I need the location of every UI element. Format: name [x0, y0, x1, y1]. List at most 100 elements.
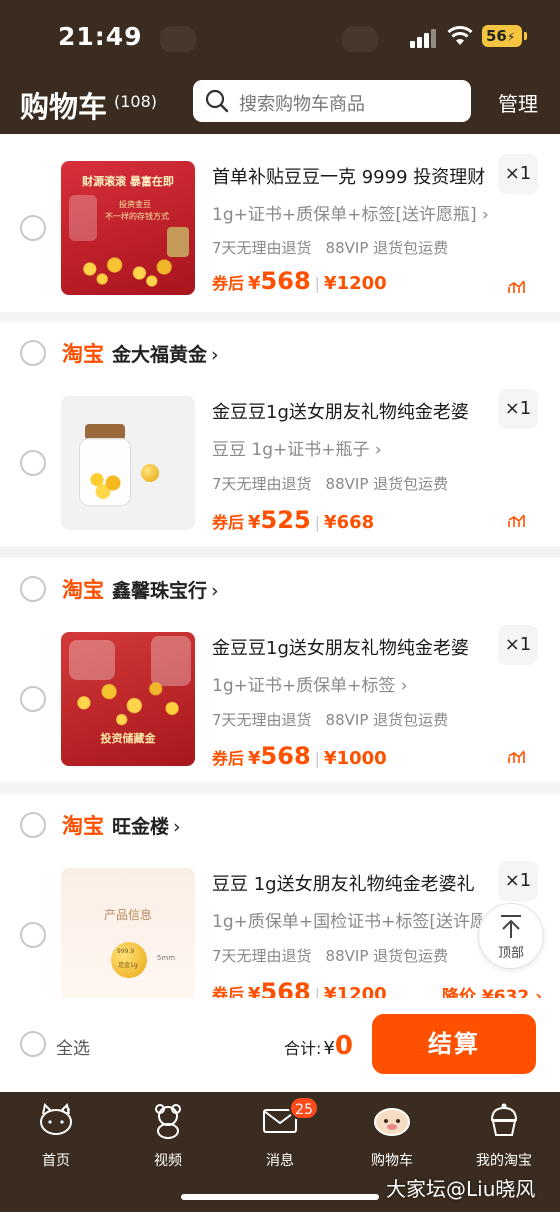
price-label: 券后: [212, 985, 245, 998]
price-row: 券后 ¥525 | ¥668: [212, 506, 375, 534]
price-row: 券后 ¥568 | ¥1200: [212, 267, 387, 295]
service-tag: 88VIP 退货包运费: [325, 239, 449, 257]
tab-video[interactable]: 视频: [128, 1100, 208, 1170]
service-tag: 7天无理由退货: [212, 947, 312, 965]
select-all-checkbox[interactable]: [20, 1031, 46, 1057]
tab-my-taobao[interactable]: 我的淘宝: [464, 1100, 544, 1170]
shop-checkbox[interactable]: [20, 340, 46, 366]
shop-label: 金大福黄金: [112, 344, 208, 366]
platform-label: 淘宝: [62, 578, 104, 602]
service-tags: 7天无理由退货 88VIP 退货包运费: [212, 237, 448, 258]
sku-selector[interactable]: 1g+证书+质保单+标签[送许愿瓶] ›: [212, 200, 512, 225]
image-caption: 不一样的存钱方式: [105, 212, 169, 221]
quantity-button[interactable]: ×1: [498, 625, 538, 665]
item-checkbox[interactable]: [20, 215, 46, 241]
price-value: 568: [260, 267, 311, 295]
image-caption: 产品信息: [103, 908, 152, 922]
price-value: 525: [260, 506, 311, 534]
item-checkbox[interactable]: [20, 686, 46, 712]
search-placeholder: 搜索购物车商品: [239, 94, 365, 115]
image-caption: 足金1g: [118, 962, 138, 969]
shop-name[interactable]: 淘宝 金大福黄金 ›: [62, 338, 219, 368]
tab-label: 我的淘宝: [476, 1153, 532, 1169]
price-row: 券后 ¥568 | ¥1000: [212, 742, 387, 770]
shop-label: 旺金楼: [112, 816, 170, 838]
title-bar: 购物车 (108) 搜索购物车商品 管理: [0, 72, 560, 134]
signal-icon: [410, 28, 436, 48]
product-title[interactable]: 金豆豆1g送女朋友礼物纯金老婆: [212, 398, 492, 424]
shop-name[interactable]: 淘宝 鑫馨珠宝行 ›: [62, 574, 219, 604]
tab-label: 购物车: [371, 1153, 413, 1169]
cart-count: (108): [114, 92, 158, 111]
product-image[interactable]: 投资储藏金: [61, 632, 195, 766]
product-image[interactable]: [61, 396, 195, 530]
cart-mascot-icon: [374, 1108, 410, 1136]
manage-button[interactable]: 管理: [498, 88, 538, 117]
cupcake-icon: [490, 1103, 518, 1136]
checkout-button[interactable]: 结算: [372, 1014, 536, 1074]
tab-home[interactable]: 首页: [16, 1100, 96, 1170]
product-image[interactable]: 产品信息 999.9 足金1g 5mm: [61, 868, 195, 998]
sku-selector[interactable]: 豆豆 1g+证书+瓶子 ›: [212, 435, 512, 460]
shop-checkbox[interactable]: [20, 576, 46, 602]
sku-selector[interactable]: 1g+质保单+国检证书+标签[送许愿: [212, 907, 482, 932]
quantity-button[interactable]: ×1: [498, 861, 538, 901]
page-title: 购物车: [20, 90, 108, 124]
total-value: 0: [334, 1031, 353, 1061]
platform-label: 淘宝: [62, 342, 104, 366]
service-tag: 88VIP 退货包运费: [325, 947, 449, 965]
checkout-bar: 全选 合计: ¥0 结算: [0, 998, 560, 1092]
currency-symbol: ¥: [248, 984, 261, 998]
price-label: 券后: [212, 274, 245, 293]
product-image[interactable]: 财源滚滚 暴富在即 投资金豆 不一样的存钱方式: [61, 161, 195, 295]
arrow-up-icon: [501, 915, 521, 938]
price-drop-badge[interactable]: 降价 ¥632 ›: [442, 982, 542, 998]
price-trend-icon[interactable]: [508, 514, 528, 528]
quantity-button[interactable]: ×1: [498, 389, 538, 429]
status-time: 21:49: [58, 22, 143, 51]
price-value: 568: [260, 742, 311, 770]
search-icon: [205, 89, 229, 113]
hello-kitty-home-icon: [40, 1103, 72, 1135]
currency-symbol: ¥: [323, 1038, 335, 1059]
original-price: ¥1200: [324, 273, 387, 294]
app-header: 21:49 56⚡ 购物车 (108) 搜索购物车商品 管理: [0, 0, 560, 134]
watermark: 大家坛@Liu晓风: [386, 1177, 536, 1201]
price-trend-icon[interactable]: [508, 280, 528, 294]
service-tag: 7天无理由退货: [212, 711, 312, 729]
bear-video-icon: [155, 1104, 181, 1139]
tab-label: 首页: [42, 1153, 70, 1169]
battery-icon: 56⚡: [482, 25, 527, 47]
cart-item: 淘宝 鑫馨珠宝行 › 投资储藏金 金豆豆1g送女朋友礼物纯金老婆 ×1 1g+证书+…: [0, 558, 560, 782]
original-price: ¥1200: [324, 984, 387, 998]
wifi-icon: [447, 26, 473, 45]
service-tags: 7天无理由退货 88VIP 退货包运费: [212, 945, 448, 966]
currency-symbol: ¥: [248, 748, 261, 769]
total-label: 合计:: [284, 1039, 322, 1058]
quantity-button[interactable]: ×1: [498, 154, 538, 194]
shop-name[interactable]: 淘宝 旺金楼 ›: [62, 810, 181, 840]
tab-cart[interactable]: 购物车: [352, 1100, 432, 1170]
select-all-label[interactable]: 全选: [56, 1034, 90, 1059]
price-trend-icon[interactable]: [508, 750, 528, 764]
sku-selector[interactable]: 1g+证书+质保单+标签 ›: [212, 671, 512, 696]
platform-label: 淘宝: [62, 814, 104, 838]
currency-symbol: ¥: [248, 273, 261, 294]
search-input[interactable]: 搜索购物车商品: [193, 80, 471, 122]
item-checkbox[interactable]: [20, 450, 46, 476]
price-value: 568: [260, 978, 311, 998]
original-price: ¥1000: [324, 748, 387, 769]
service-tag: 88VIP 退货包运费: [325, 711, 449, 729]
service-tags: 7天无理由退货 88VIP 退货包运费: [212, 709, 448, 730]
currency-symbol: ¥: [248, 512, 261, 533]
cart-item: 淘宝 金大福黄金 › 金豆豆1g送女朋友礼物纯金老婆 ×1 豆豆 1g+证书+瓶子 …: [0, 322, 560, 546]
product-title[interactable]: 豆豆 1g送女朋友礼物纯金老婆礼: [212, 870, 492, 896]
item-checkbox[interactable]: [20, 922, 46, 948]
home-indicator[interactable]: [181, 1194, 379, 1200]
product-title[interactable]: 首单补贴豆豆一克 9999 投资理财: [212, 163, 492, 189]
product-title[interactable]: 金豆豆1g送女朋友礼物纯金老婆: [212, 634, 492, 660]
image-caption: 999.9: [117, 948, 135, 955]
shop-checkbox[interactable]: [20, 812, 46, 838]
status-bar: 21:49 56⚡: [0, 0, 560, 72]
back-to-top-button[interactable]: 顶部: [478, 903, 544, 969]
